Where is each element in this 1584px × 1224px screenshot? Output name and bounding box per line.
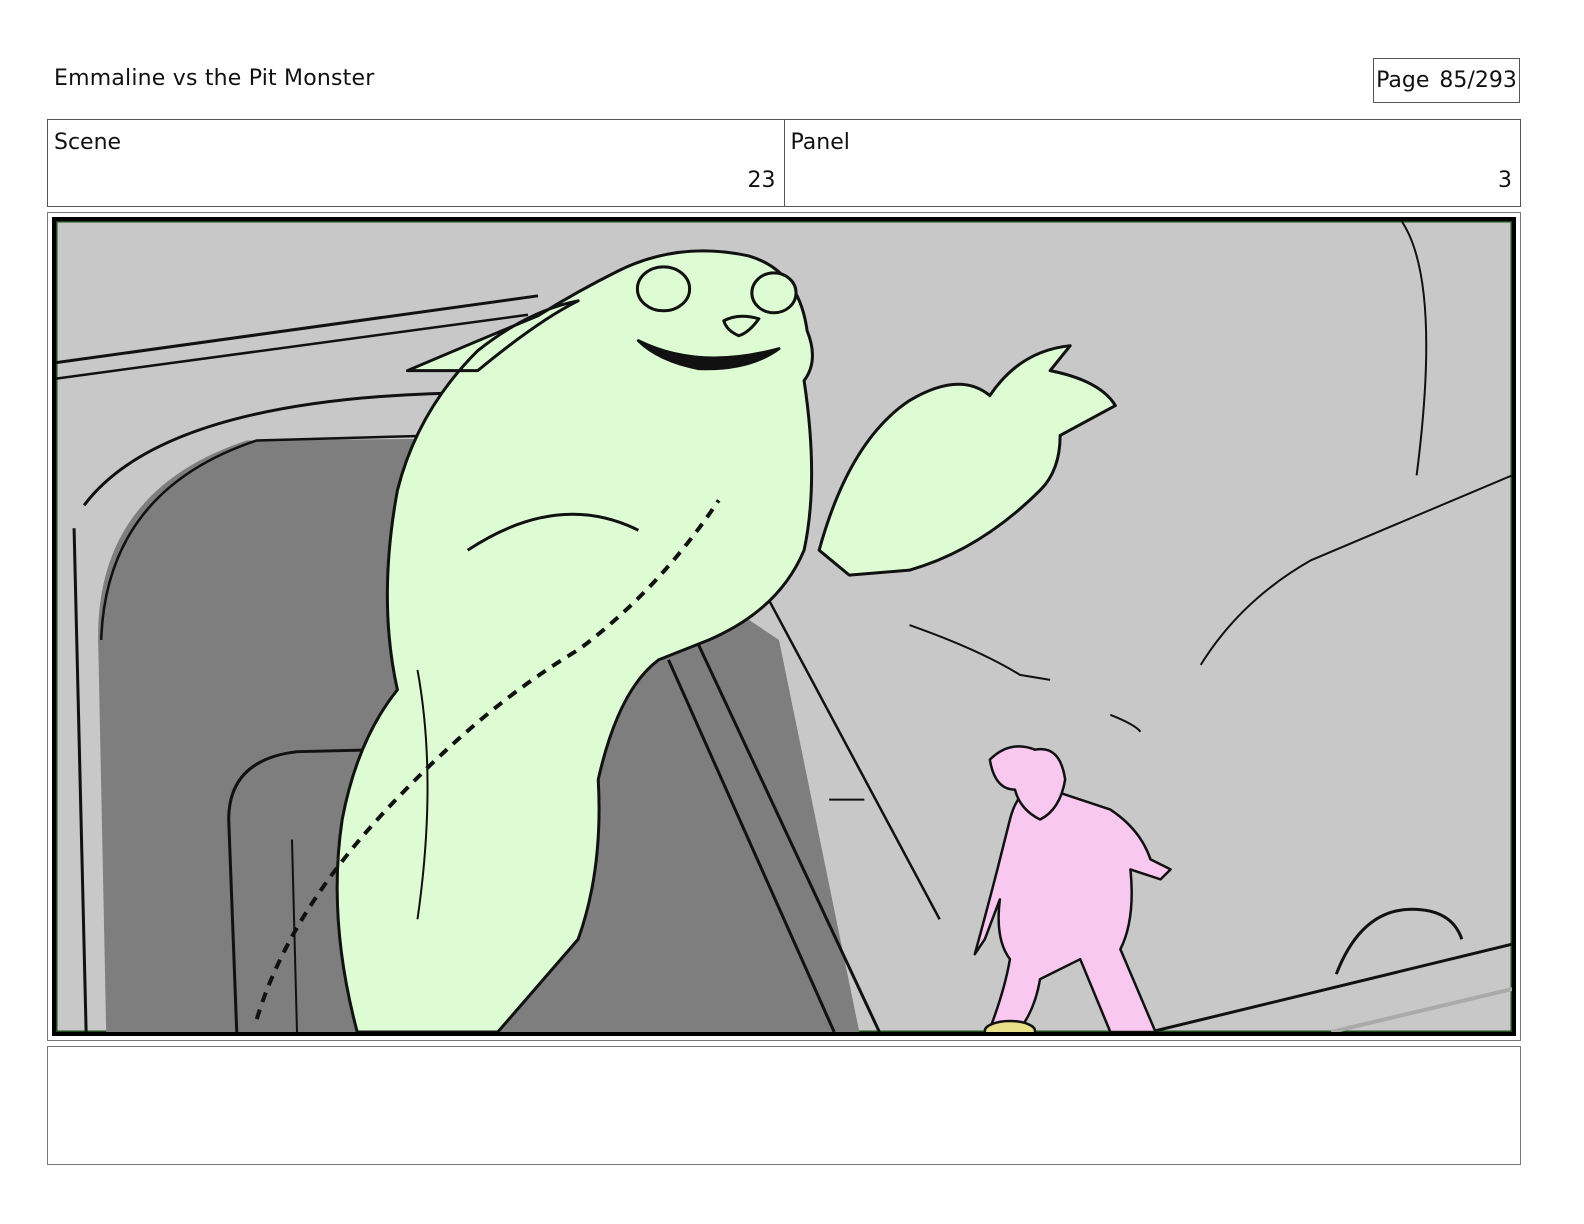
girl-foot [983,1019,1037,1032]
monster-eye-left [635,265,692,313]
panel-drawing [56,221,1512,1032]
storyboard-panel [47,212,1521,1041]
panel-cell: Panel 3 [783,120,1521,206]
scene-label: Scene [54,130,122,155]
panel-border [52,217,1516,1036]
scene-number: 23 [747,168,776,193]
panel-notes [47,1046,1521,1165]
page-indicator: Page 85/293 [1373,58,1520,103]
scene-cell: Scene 23 [48,120,784,206]
panel-label: Panel [790,130,850,155]
page-label: Page [1376,68,1430,93]
page-number: 85/293 [1439,68,1517,93]
storyboard-title: Emmaline vs the Pit Monster [54,66,375,91]
panel-number: 3 [1498,168,1512,193]
scene-panel-info: Scene 23 Panel 3 [47,119,1521,207]
monster-eye-right [750,271,798,315]
